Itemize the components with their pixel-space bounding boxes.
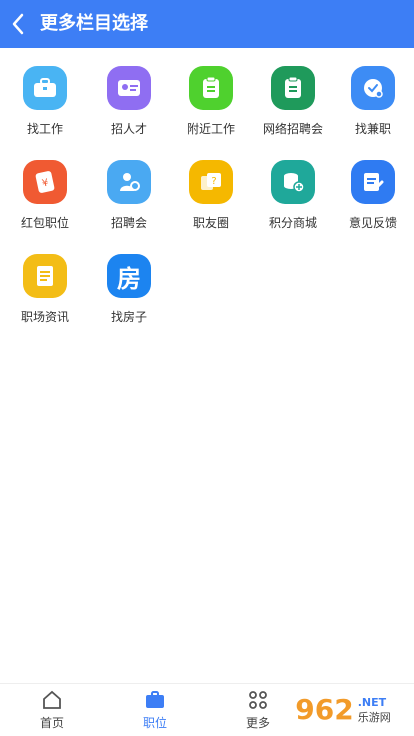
grid-item-part-time[interactable]: 找兼职 xyxy=(332,66,414,137)
grid-item-friends-circle[interactable]: ? 职友圈 xyxy=(170,160,252,231)
bottom-tabbar: 首页 职位 更多 962 .NET 乐游网 xyxy=(0,683,414,736)
grid-item-label: 职场资讯 xyxy=(20,310,69,324)
grid-item-label: 职友圈 xyxy=(192,216,229,230)
clipboard-icon xyxy=(271,66,315,110)
grid-item-label: 红包职位 xyxy=(20,216,69,230)
red-envelope-icon: ¥ xyxy=(23,160,67,204)
grid-item-find-house[interactable]: 房 找房子 xyxy=(88,254,170,325)
news-icon xyxy=(23,254,67,298)
grid-item-job-fair[interactable]: 招聘会 xyxy=(88,160,170,231)
grid-item-find-job[interactable]: 找工作 xyxy=(4,66,86,137)
coins-icon xyxy=(271,160,315,204)
grid-item-label: 意见反馈 xyxy=(348,216,397,230)
grid-row: ¥ 红包职位 招聘会 ? 职友圈 积分商城 意见反馈 xyxy=(0,160,414,254)
grid-item-feedback[interactable]: 意见反馈 xyxy=(332,160,414,231)
grid-row: 找工作 招人才 附近工作 网络招聘会 找兼职 xyxy=(0,66,414,160)
watermark-net: .NET xyxy=(357,695,387,709)
column-grid: 找工作 招人才 附近工作 网络招聘会 找兼职 ¥ 红包职位 招聘会 ? 职友圈 … xyxy=(0,66,414,348)
house-icon: 房 xyxy=(107,254,151,298)
grid-item-label: 找工作 xyxy=(26,122,63,136)
person-icon xyxy=(107,160,151,204)
grid-icon xyxy=(246,688,270,712)
grid-item-nearby-jobs[interactable]: 附近工作 xyxy=(170,66,252,137)
id-card-icon xyxy=(107,66,151,110)
briefcase-icon xyxy=(23,66,67,110)
watermark-text: .NET 乐游网 xyxy=(358,696,391,725)
page-title: 更多栏目选择 xyxy=(40,13,148,34)
document-edit-icon xyxy=(351,160,395,204)
tab-label: 职位 xyxy=(142,716,167,730)
grid-item-red-packet-jobs[interactable]: ¥ 红包职位 xyxy=(4,160,86,231)
grid-item-points-mall[interactable]: 积分商城 xyxy=(252,160,334,231)
clipboard-icon xyxy=(189,66,233,110)
grid-item-label: 招人才 xyxy=(110,122,147,136)
grid-item-workplace-news[interactable]: 职场资讯 xyxy=(4,254,86,325)
tab-home[interactable]: 首页 xyxy=(12,688,92,731)
question-chat-icon: ? xyxy=(189,160,233,204)
tab-label: 首页 xyxy=(39,716,64,730)
home-icon xyxy=(40,688,64,712)
app-header: 更多栏目选择 xyxy=(0,0,414,48)
grid-item-label: 招聘会 xyxy=(110,216,147,230)
grid-item-label: 网络招聘会 xyxy=(262,122,323,136)
briefcase-icon xyxy=(143,688,167,712)
house-glyph: 房 xyxy=(117,264,141,293)
tab-jobs[interactable]: 职位 xyxy=(115,688,195,731)
svg-text:?: ? xyxy=(211,176,216,187)
watermark-site: 乐游网 xyxy=(357,710,391,724)
grid-item-recruit[interactable]: 招人才 xyxy=(88,66,170,137)
back-button[interactable] xyxy=(8,10,28,38)
chevron-left-icon xyxy=(12,13,24,35)
watermark-number: 962 xyxy=(295,693,354,726)
grid-item-label: 找兼职 xyxy=(354,122,391,136)
grid-item-label: 积分商城 xyxy=(268,216,317,230)
grid-item-online-fair[interactable]: 网络招聘会 xyxy=(252,66,334,137)
clock-icon xyxy=(351,66,395,110)
watermark-logo: 962 .NET 乐游网 xyxy=(278,690,408,730)
grid-item-label: 找房子 xyxy=(110,310,147,324)
grid-row: 职场资讯 房 找房子 xyxy=(0,254,414,348)
grid-item-label: 附近工作 xyxy=(186,122,235,136)
